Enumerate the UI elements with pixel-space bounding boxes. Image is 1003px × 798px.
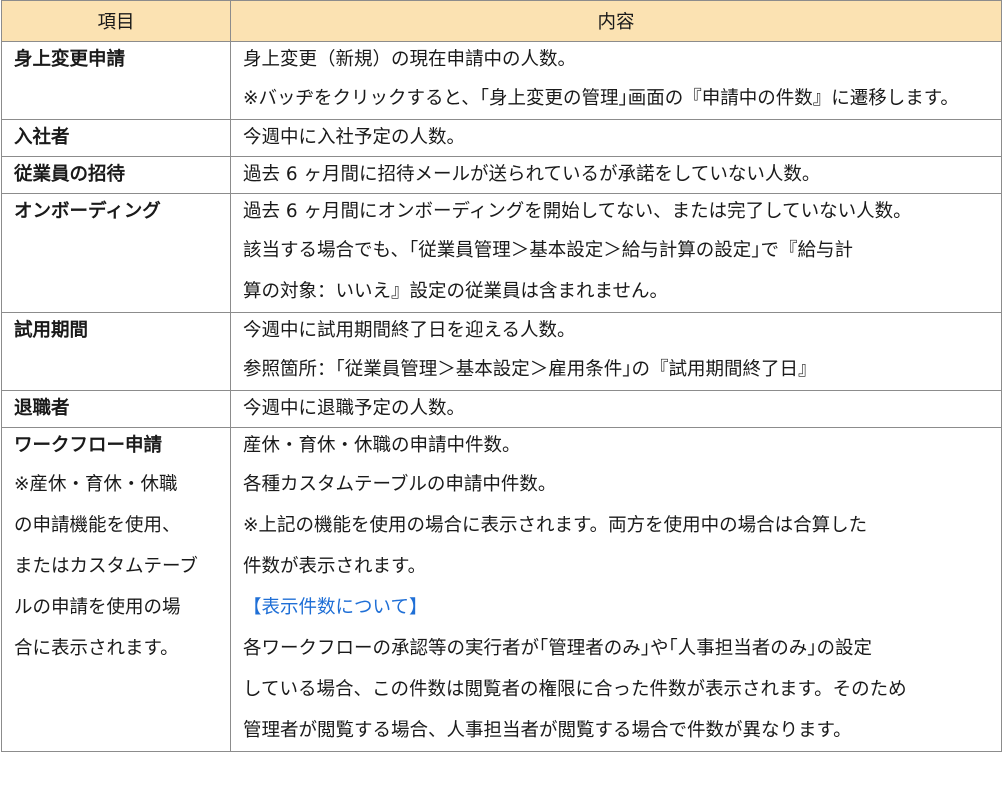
content-cell: 過去 6 ヶ月間にオンボーディングを開始してない、または完了していない人数。 該… xyxy=(230,193,1002,313)
header-item: 項目 xyxy=(1,0,231,42)
item-cell: 入社者 xyxy=(1,119,231,157)
content-line: 産休・育休・休職の申請中件数。 xyxy=(243,435,521,456)
content-cell: 今週中に試用期間終了日を迎える人数。 参照箇所：｢従業員管理＞基本設定＞雇用条件… xyxy=(230,312,1002,391)
item-cell: ワークフロー申請 ※産休・育休・休職 の申請機能を使用、 またはカスタムテーブ … xyxy=(1,427,231,752)
content-line: 件数が表示されます。 xyxy=(243,556,427,577)
item-label: 従業員の招待 xyxy=(14,164,126,185)
item-cell: 退職者 xyxy=(1,390,231,428)
item-note-line: 合に表示されます。 xyxy=(14,638,179,659)
item-note-line: ※産休・育休・休職 xyxy=(14,474,178,495)
content-line: 過去 6 ヶ月間にオンボーディングを開始してない、または完了していない人数。 xyxy=(243,201,912,222)
content-line: 管理者が閲覧する場合、人事担当者が閲覧する場合で件数が異なります。 xyxy=(243,720,852,741)
header-row: 項目 内容 xyxy=(1,0,1002,42)
item-cell: オンボーディング xyxy=(1,193,231,313)
content-line: 各ワークフローの承認等の実行者が｢管理者のみ｣や｢人事担当者のみ｣の設定 xyxy=(243,638,873,659)
item-note-line: ルの申請を使用の場 xyxy=(14,597,181,618)
item-label: オンボーディング xyxy=(14,201,161,222)
content-line: 今週中に退職予定の人数。 xyxy=(243,398,466,419)
content-line: ※バッヂをクリックすると、｢身上変更の管理｣画面の『申請中の件数』に遷移します。 xyxy=(243,88,959,109)
table-row: 試用期間 今週中に試用期間終了日を迎える人数。 参照箇所：｢従業員管理＞基本設定… xyxy=(1,312,1002,391)
content-cell: 今週中に退職予定の人数。 xyxy=(230,390,1002,428)
content-line: 今週中に入社予定の人数。 xyxy=(243,127,466,148)
item-label: ワークフロー申請 xyxy=(14,435,163,456)
content-line: 過去 6 ヶ月間に招待メールが送られているが承諾をしていない人数。 xyxy=(243,164,821,185)
item-cell: 試用期間 xyxy=(1,312,231,391)
content-line: ※上記の機能を使用の場合に表示されます。両方を使用中の場合は合算した xyxy=(243,515,868,536)
content-cell: 今週中に入社予定の人数。 xyxy=(230,119,1002,157)
header-content: 内容 xyxy=(230,0,1002,42)
content-line: 各種カスタムテーブルの申請中件数。 xyxy=(243,474,557,495)
content-cell: 産休・育休・休職の申請中件数。 各種カスタムテーブルの申請中件数。 ※上記の機能… xyxy=(230,427,1002,752)
item-cell: 従業員の招待 xyxy=(1,156,231,194)
table-row: ワークフロー申請 ※産休・育休・休職 の申請機能を使用、 またはカスタムテーブ … xyxy=(1,427,1002,752)
content-cell: 身上変更（新規）の現在申請中の人数。 ※バッヂをクリックすると、｢身上変更の管理… xyxy=(230,41,1002,120)
item-label: 退職者 xyxy=(14,398,70,419)
content-line: 該当する場合でも、｢従業員管理＞基本設定＞給与計算の設定｣で『給与計 xyxy=(243,240,853,261)
table-row: 退職者 今週中に退職予定の人数。 xyxy=(1,390,1002,428)
item-note-line: の申請機能を使用、 xyxy=(14,515,181,536)
table-row: 従業員の招待 過去 6 ヶ月間に招待メールが送られているが承諾をしていない人数。 xyxy=(1,156,1002,194)
item-label: 試用期間 xyxy=(14,320,89,341)
content-line: 参照箇所：｢従業員管理＞基本設定＞雇用条件｣の『試用期間終了日』 xyxy=(243,359,817,380)
content-line: 身上変更（新規）の現在申請中の人数。 xyxy=(243,49,577,70)
spec-table: 項目 内容 身上変更申請 身上変更（新規）の現在申請中の人数。 ※バッヂをクリッ… xyxy=(1,0,1002,752)
table-row: オンボーディング 過去 6 ヶ月間にオンボーディングを開始してない、または完了し… xyxy=(1,193,1002,313)
content-line: 算の対象：いいえ』設定の従業員は含まれません。 xyxy=(243,281,668,302)
item-label: 入社者 xyxy=(14,127,70,148)
table-row: 入社者 今週中に入社予定の人数。 xyxy=(1,119,1002,157)
content-cell: 過去 6 ヶ月間に招待メールが送られているが承諾をしていない人数。 xyxy=(230,156,1002,194)
content-line: している場合、この件数は閲覧者の権限に合った件数が表示されます。そのため xyxy=(243,679,907,700)
display-count-heading: 【表示件数について】 xyxy=(243,597,428,618)
item-cell: 身上変更申請 xyxy=(1,41,231,120)
table-row: 身上変更申請 身上変更（新規）の現在申請中の人数。 ※バッヂをクリックすると、｢… xyxy=(1,41,1002,120)
content-line: 今週中に試用期間終了日を迎える人数。 xyxy=(243,320,576,341)
item-label: 身上変更申請 xyxy=(14,49,126,70)
item-note-line: またはカスタムテーブ xyxy=(14,556,198,577)
